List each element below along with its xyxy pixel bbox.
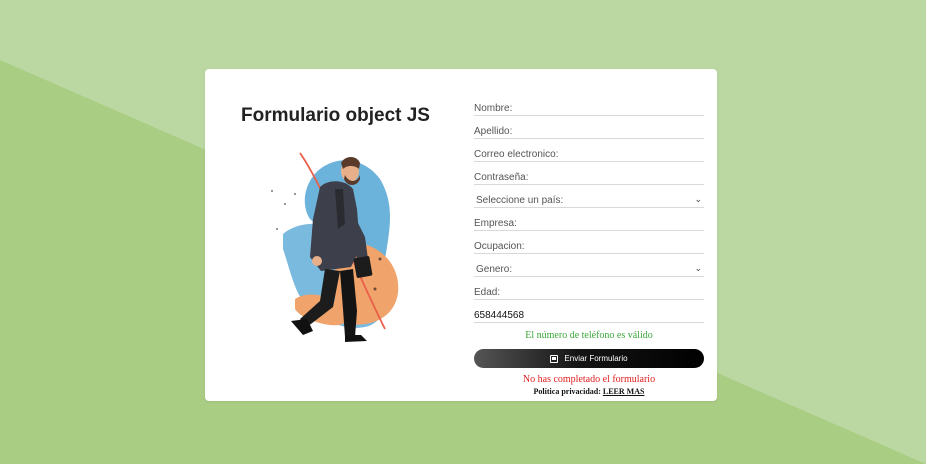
apellido-field[interactable]: Apellido:: [474, 116, 704, 139]
edad-field[interactable]: Edad:: [474, 277, 704, 300]
nombre-label: Nombre:: [474, 103, 513, 114]
password-field[interactable]: Contraseña:: [474, 162, 704, 185]
page-title: Formulario object JS: [241, 105, 430, 126]
submit-button[interactable]: Enviar Formulario: [474, 349, 704, 368]
error-message: No has completado el formulario: [522, 374, 656, 385]
phone-valid-message: El número de teléfono es válido: [525, 330, 653, 341]
apellido-label: Apellido:: [474, 126, 513, 137]
submit-label: Enviar Formulario: [564, 354, 628, 363]
genero-select[interactable]: Genero: ⌄: [474, 254, 704, 277]
ocupacion-field[interactable]: Ocupacion:: [474, 231, 704, 254]
policy-text: Política privacidad:: [533, 387, 601, 396]
nombre-field[interactable]: Nombre:: [474, 93, 704, 116]
privacy-policy: Política privacidad: LEER MAS: [474, 387, 704, 396]
phone-field[interactable]: 658444568: [474, 300, 704, 323]
form-icon: [550, 354, 559, 363]
email-field[interactable]: Correo electronico:: [474, 139, 704, 162]
chevron-down-icon: ⌄: [694, 194, 702, 204]
phone-value: 658444568: [474, 310, 525, 321]
password-label: Contraseña:: [474, 172, 529, 183]
walking-man-illustration: [271, 152, 399, 342]
genero-label: Genero:: [476, 264, 513, 275]
country-label: Seleccione un país:: [476, 195, 564, 206]
registration-form: Nombre: Apellido: Correo electronico: Co…: [474, 93, 704, 396]
ocupacion-label: Ocupacion:: [474, 241, 525, 252]
chevron-down-icon: ⌄: [694, 263, 702, 273]
form-card: Formulario object JS Nombre: Apellido: C…: [205, 69, 717, 401]
empresa-label: Empresa:: [474, 218, 517, 229]
empresa-field[interactable]: Empresa:: [474, 208, 704, 231]
country-select[interactable]: Seleccione un país: ⌄: [474, 185, 704, 208]
edad-label: Edad:: [474, 287, 501, 298]
email-label: Correo electronico:: [474, 149, 559, 160]
policy-link[interactable]: LEER MAS: [603, 387, 645, 396]
